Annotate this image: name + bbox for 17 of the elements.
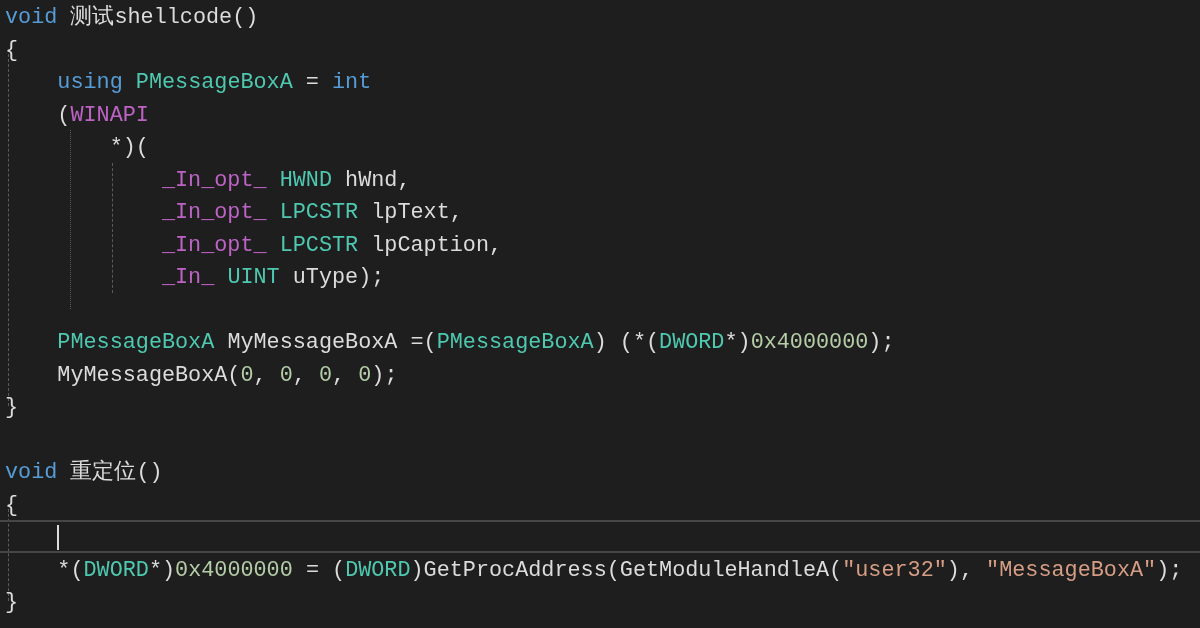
- code-line: void 重定位(): [5, 460, 163, 485]
- code-line: *(DWORD*)0x4000000 = (DWORD)GetProcAddress(GetModuleHandleA("user32"), "MessageBoxA");: [56, 557, 1183, 583]
- code-line: using PMessageBoxA = int: [56, 70, 372, 95]
- text-cursor: [57, 525, 59, 550]
- code-line: _In_opt_ LPCSTR lpText,: [160, 200, 463, 225]
- code-line: }: [5, 395, 19, 420]
- code-line: PMessageBoxA MyMessageBoxA =(PMessageBoxA) (*(DWORD*)0x4000000);: [56, 330, 895, 355]
- code-line: _In_opt_ HWND hWnd,: [160, 167, 411, 193]
- code-line: (WINAPI: [56, 102, 149, 128]
- code-line: {: [5, 492, 19, 518]
- code-line: _In_opt_ LPCSTR lpCaption,: [160, 232, 503, 258]
- code-line: }: [5, 590, 19, 615]
- code-line: MyMessageBoxA(0, 0, 0, 0);: [56, 362, 398, 388]
- code-line: _In_ UINT uType);: [160, 265, 385, 290]
- code-line: void 测试shellcode(): [5, 5, 259, 30]
- code-line: {: [5, 37, 19, 63]
- code-line: *)(: [108, 135, 149, 160]
